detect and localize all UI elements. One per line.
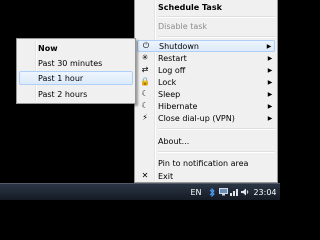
menu-item-hibernate[interactable]: ☾ Hibernate ▶ — [137, 100, 275, 112]
submenu-arrow-icon: ▶ — [267, 114, 273, 122]
language-indicator[interactable]: EN — [190, 184, 202, 200]
menu-item-label: Pin to notification area — [158, 158, 249, 168]
submenu-arrow-icon: ▶ — [267, 90, 273, 98]
menu-item-label: Schedule Task — [158, 2, 222, 12]
bluetooth-icon[interactable] — [207, 184, 217, 200]
submenu-item-past-1-hour[interactable]: Past 1 hour — [19, 71, 133, 85]
menu-separator — [158, 128, 275, 130]
power-icon: ⏻ — [142, 41, 150, 50]
menu-item-label: Shutdown — [159, 41, 199, 51]
menu-item-about[interactable]: About... — [137, 135, 275, 147]
menu-item-shutdown[interactable]: ⏻ Shutdown ▶ — [137, 40, 275, 52]
volume-icon[interactable] — [240, 184, 250, 200]
submenu-item-past-2-hours[interactable]: Past 2 hours — [19, 87, 133, 101]
menu-item-label: Close dial-up (VPN) — [158, 113, 235, 123]
menu-item-label: Hibernate — [158, 101, 198, 111]
context-menu: Schedule Task Disable task ⏻ Shutdown ▶ … — [134, 0, 278, 183]
lock-icon: 🔒 — [140, 77, 150, 86]
menu-item-lock[interactable]: 🔒 Lock ▶ — [137, 76, 275, 88]
submenu-arrow-icon: ▶ — [267, 54, 273, 62]
menu-item-log-off[interactable]: ⇄ Log off ▶ — [137, 64, 275, 76]
submenu-arrow-icon: ▶ — [266, 42, 272, 50]
menu-separator — [158, 16, 275, 18]
menu-item-sleep[interactable]: ☾ Sleep ▶ — [137, 88, 275, 100]
submenu-item-label: Past 1 hour — [38, 73, 84, 83]
submenu-item-now[interactable]: Now — [19, 41, 133, 55]
menu-item-label: Exit — [158, 171, 174, 181]
menu-item-label: Lock — [158, 77, 177, 87]
menu-separator — [158, 151, 275, 153]
menu-item-exit[interactable]: ✕ Exit — [137, 170, 275, 182]
restart-icon: ✳ — [141, 53, 149, 62]
submenu-item-label: Past 30 minutes — [38, 58, 103, 68]
submenu-item-label: Now — [38, 43, 58, 53]
submenu-arrow-icon: ▶ — [267, 102, 273, 110]
submenu-arrow-icon: ▶ — [267, 66, 273, 74]
dialup-icon: ⚡ — [142, 113, 148, 122]
submenu-item-label: Past 2 hours — [38, 89, 88, 99]
log-off-icon: ⇄ — [141, 65, 149, 74]
exit-icon: ✕ — [141, 171, 149, 180]
menu-item-label: Disable task — [158, 21, 208, 31]
menu-item-label: Restart — [158, 53, 187, 63]
submenu-arrow-icon: ▶ — [267, 78, 273, 86]
shutdown-submenu: Now Past 30 minutes Past 1 hour Past 2 h… — [16, 38, 136, 104]
hibernate-icon: ☾ — [141, 101, 149, 110]
menu-item-close-dialup[interactable]: ⚡ Close dial-up (VPN) ▶ — [137, 112, 275, 124]
menu-separator — [158, 36, 275, 38]
network-icon[interactable] — [229, 184, 239, 200]
menu-item-restart[interactable]: ✳ Restart ▶ — [137, 52, 275, 64]
menu-item-schedule-task[interactable]: Schedule Task — [137, 1, 275, 13]
menu-item-disable-task[interactable]: Disable task — [137, 20, 275, 32]
sleep-icon: ☾ — [141, 89, 149, 98]
clock[interactable]: 23:04 — [251, 184, 279, 200]
monitor-icon[interactable] — [218, 184, 228, 200]
menu-item-label: About... — [158, 136, 190, 146]
menu-item-pin-notification[interactable]: Pin to notification area — [137, 157, 275, 169]
taskbar: EN 23:04 — [0, 183, 280, 200]
menu-item-label: Log off — [158, 65, 186, 75]
submenu-item-past-30-minutes[interactable]: Past 30 minutes — [19, 56, 133, 70]
menu-item-label: Sleep — [158, 89, 181, 99]
